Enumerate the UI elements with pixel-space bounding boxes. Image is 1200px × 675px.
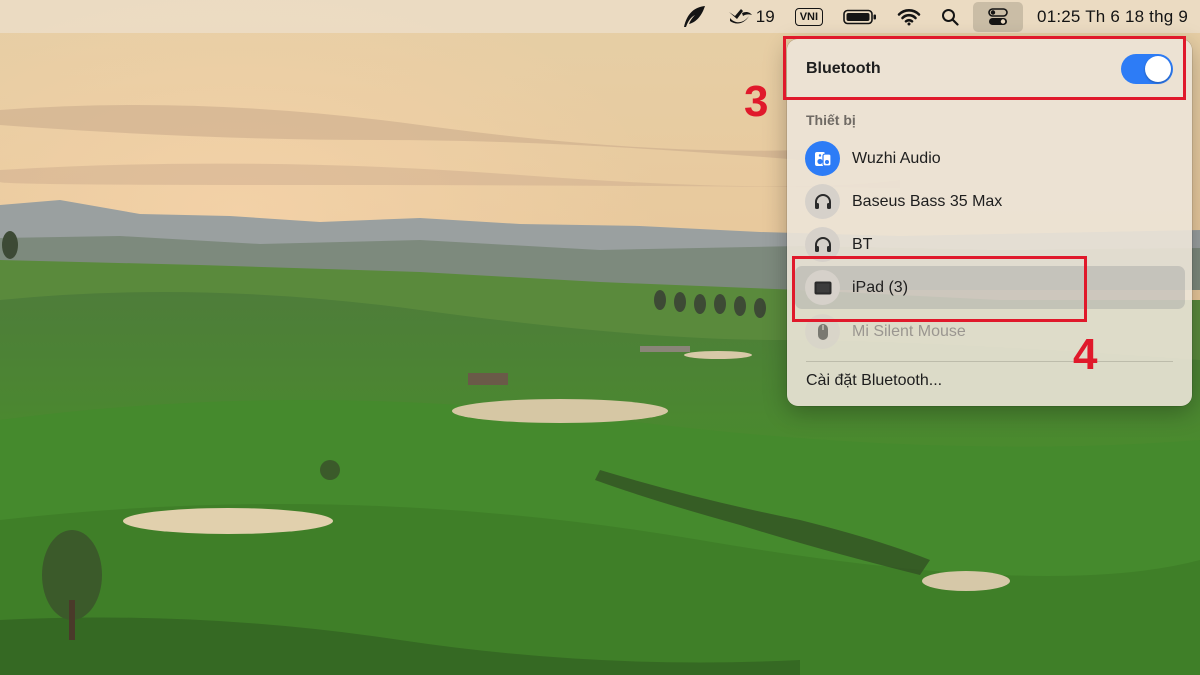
- device-item-baseus-bass-35-max[interactable]: Baseus Bass 35 Max: [795, 180, 1185, 223]
- menu-bar: 19 VNI 01:25 Th 6 18 thg 9: [0, 0, 1200, 33]
- divider: [806, 361, 1173, 362]
- menubar-extra-notification[interactable]: 19: [719, 0, 783, 33]
- input-method-label: VNI: [794, 7, 824, 26]
- device-label: Mi Silent Mouse: [852, 322, 966, 340]
- headphones-icon: [805, 184, 840, 219]
- menubar-control-center[interactable]: [973, 1, 1024, 32]
- menubar-wifi[interactable]: [889, 0, 929, 33]
- menubar-clock[interactable]: 01:25 Th 6 18 thg 9: [1027, 0, 1190, 33]
- menubar-extra-quill[interactable]: [673, 0, 715, 33]
- devices-section-label: Thiết bị: [806, 112, 856, 128]
- bluetooth-settings-link[interactable]: Cài đặt Bluetooth...: [806, 372, 942, 390]
- device-label: Baseus Bass 35 Max: [852, 192, 1003, 210]
- annotation-number-3: 3: [744, 77, 769, 126]
- control-center-icon: [988, 7, 1008, 26]
- annotation-box-3: [783, 36, 1186, 100]
- battery-icon: [843, 9, 877, 25]
- wifi-icon: [897, 8, 921, 26]
- device-label: BT: [852, 235, 873, 253]
- menubar-battery[interactable]: [835, 0, 885, 33]
- app-badge-icon: [727, 7, 753, 27]
- menubar-input-method[interactable]: VNI: [787, 0, 831, 33]
- quill-icon: [681, 5, 707, 29]
- device-label: Wuzhi Audio: [852, 149, 941, 167]
- annotation-box-4: [792, 256, 1087, 322]
- device-item-wuzhi-audio[interactable]: Wuzhi Audio: [795, 137, 1185, 180]
- annotation-number-4: 4: [1073, 330, 1098, 379]
- search-icon: [941, 8, 959, 26]
- menubar-spotlight[interactable]: [933, 0, 967, 33]
- bluetooth-audio-icon: [805, 141, 840, 176]
- badge-count: 19: [755, 6, 775, 26]
